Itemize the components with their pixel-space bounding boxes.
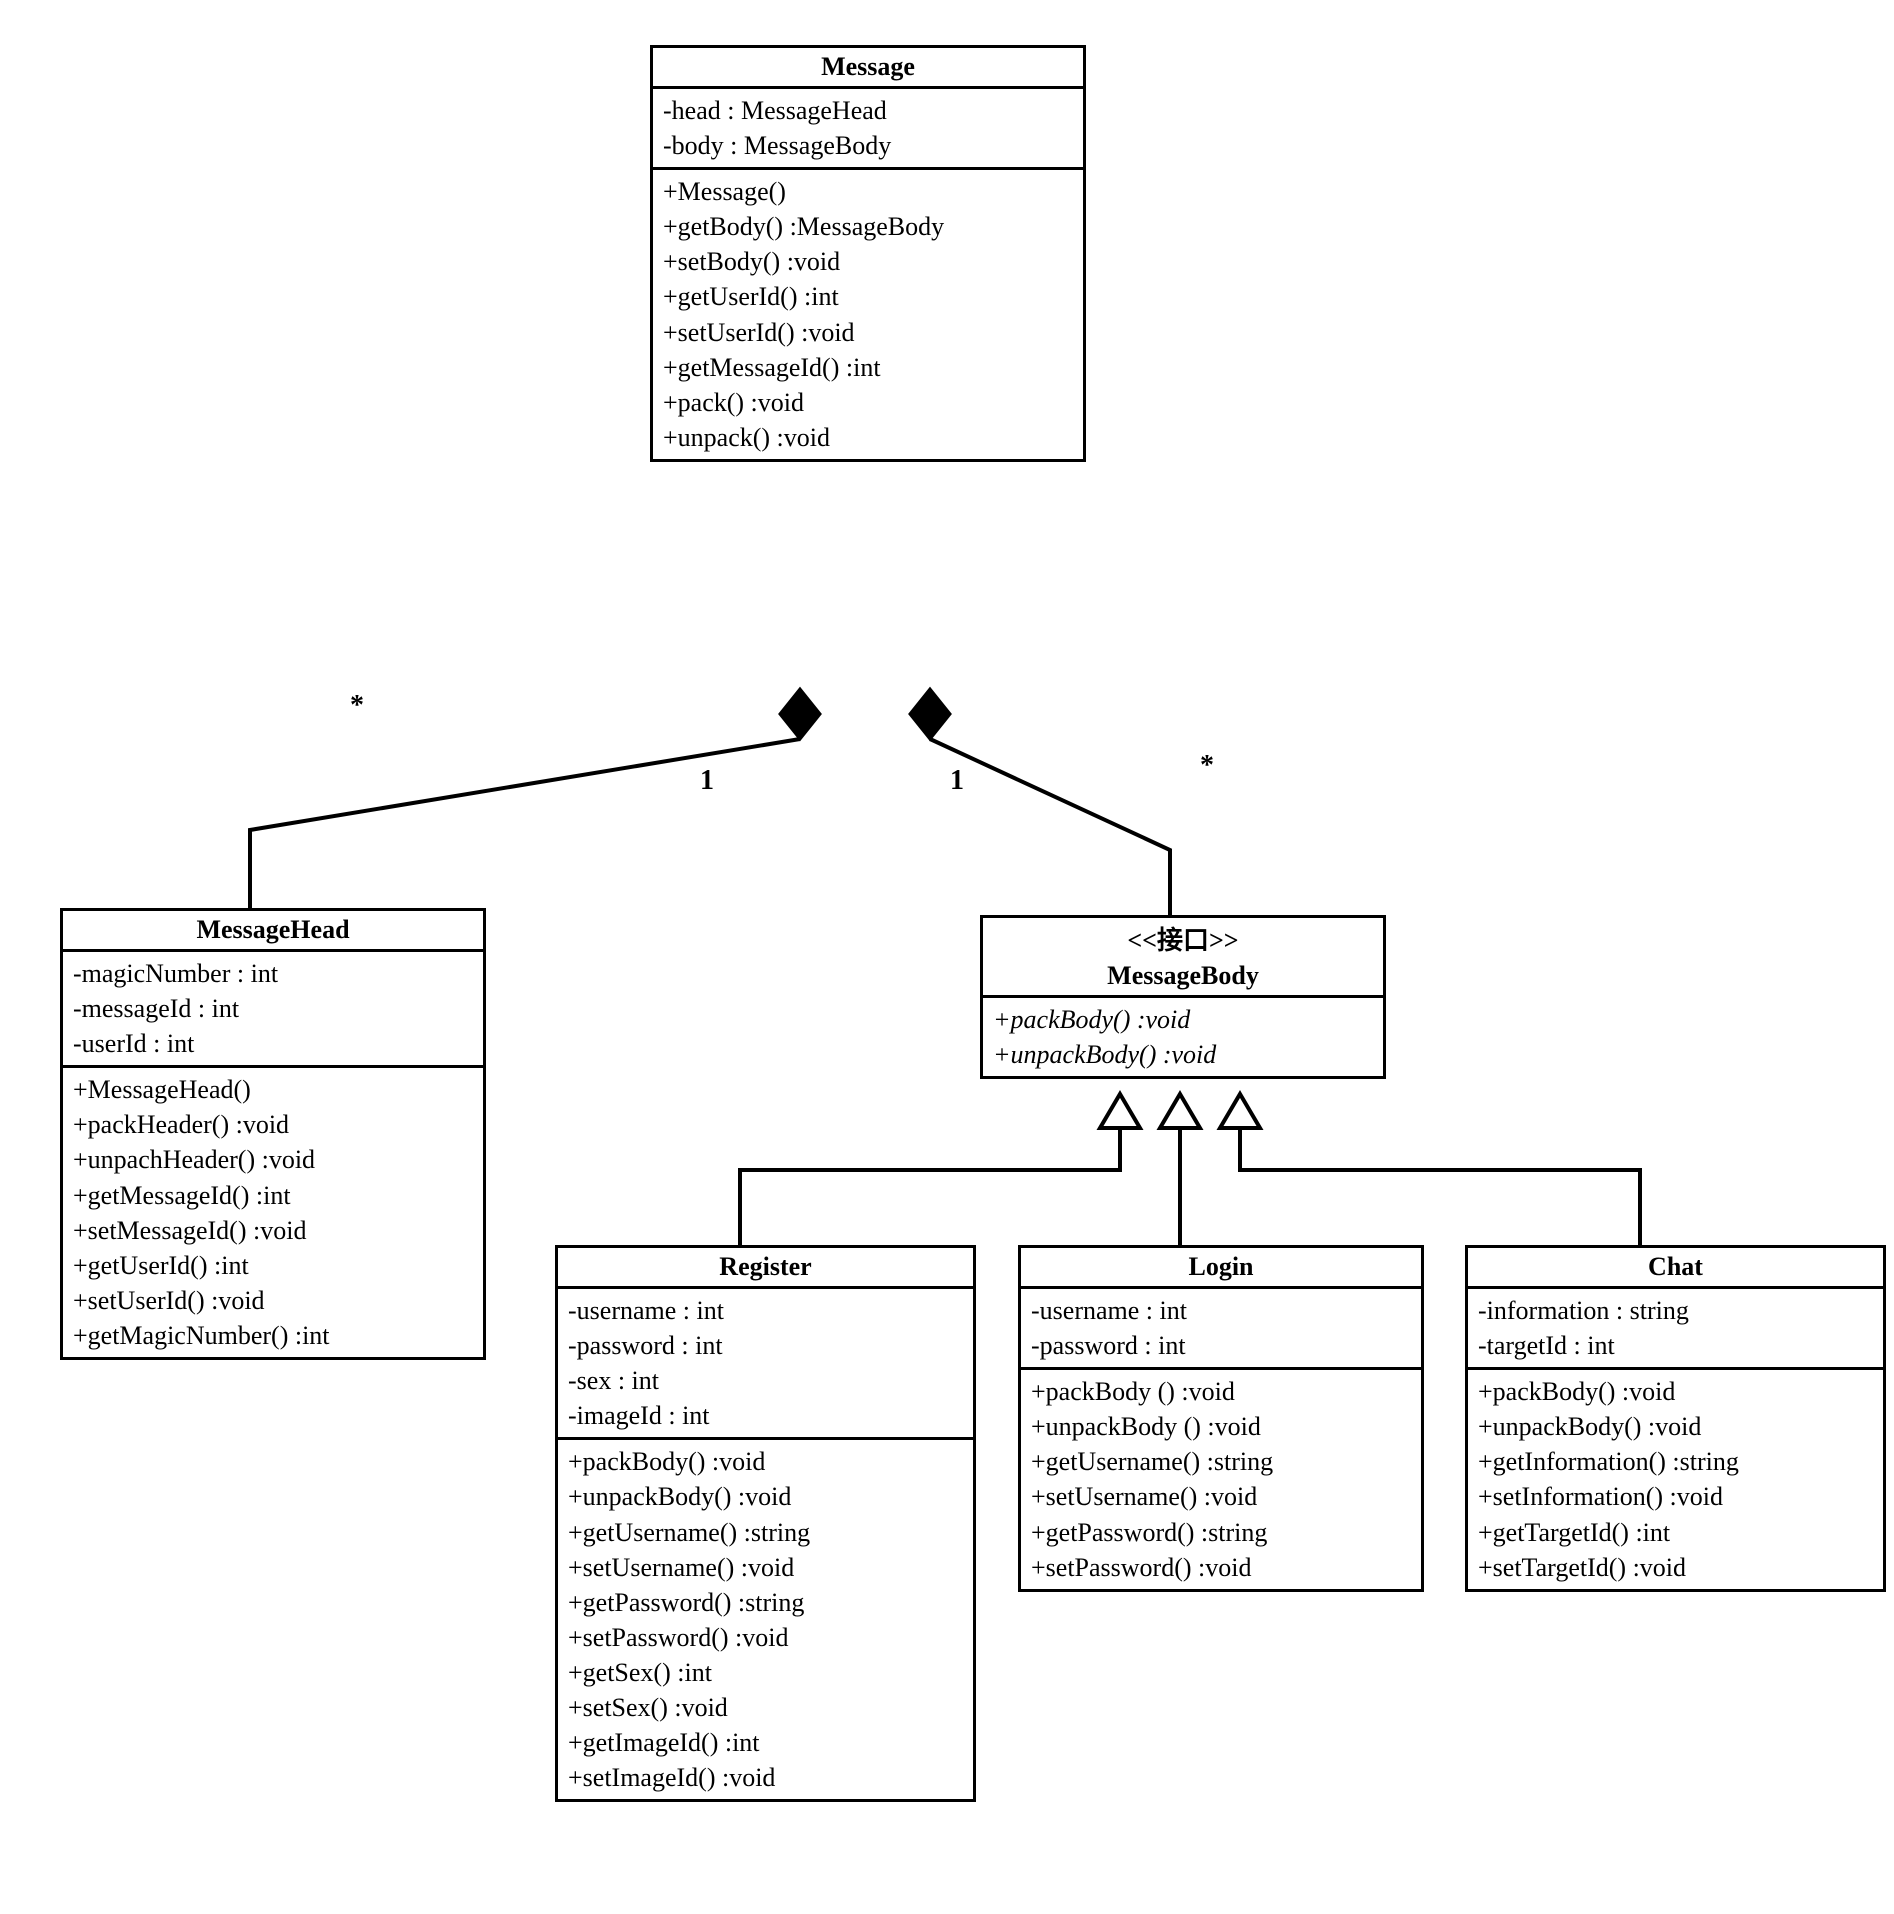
operation: +Message() bbox=[663, 174, 1073, 209]
operation: +setSex() :void bbox=[568, 1690, 963, 1725]
class-title: MessageBody bbox=[983, 957, 1383, 998]
operations-section: +packBody() :void +unpackBody() :void +g… bbox=[558, 1440, 973, 1799]
attribute: -password : int bbox=[568, 1328, 963, 1363]
operations-section: +packBody () :void +unpackBody () :void … bbox=[1021, 1370, 1421, 1589]
class-title: Register bbox=[558, 1248, 973, 1289]
class-chat: Chat -information : string -targetId : i… bbox=[1465, 1245, 1886, 1592]
operation: +getUsername() :string bbox=[568, 1515, 963, 1550]
class-title: MessageHead bbox=[63, 911, 483, 952]
operation: +packHeader() :void bbox=[73, 1107, 473, 1142]
operation: +MessageHead() bbox=[73, 1072, 473, 1107]
attributes-section: -magicNumber : int -messageId : int -use… bbox=[63, 952, 483, 1068]
operation: +getImageId() :int bbox=[568, 1725, 963, 1760]
operation: +unpackBody() :void bbox=[568, 1479, 963, 1514]
attributes-section: -username : int -password : int -sex : i… bbox=[558, 1289, 973, 1440]
operation: +setInformation() :void bbox=[1478, 1479, 1873, 1514]
operation: +getInformation() :string bbox=[1478, 1444, 1873, 1479]
operation: +setPassword() :void bbox=[1031, 1550, 1411, 1585]
attributes-section: -username : int -password : int bbox=[1021, 1289, 1421, 1370]
multiplicity-head-star: * bbox=[350, 690, 364, 722]
operation: +setTargetId() :void bbox=[1478, 1550, 1873, 1585]
uml-class-diagram: * 1 1 * Message -head : MessageHead -bod… bbox=[20, 20, 1894, 1894]
operation: +setPassword() :void bbox=[568, 1620, 963, 1655]
operations-section: +packBody() :void +unpackBody() :void +g… bbox=[1468, 1370, 1883, 1589]
operation: +packBody() :void bbox=[1478, 1374, 1873, 1409]
operation: +unpackBody() :void bbox=[993, 1037, 1373, 1072]
operation: +packBody () :void bbox=[1031, 1374, 1411, 1409]
operation: +getTargetId() :int bbox=[1478, 1515, 1873, 1550]
attribute: -username : int bbox=[568, 1293, 963, 1328]
operation: +getUserId() :int bbox=[73, 1248, 473, 1283]
operation: +setUsername() :void bbox=[568, 1550, 963, 1585]
class-title: Message bbox=[653, 48, 1083, 89]
operation: +setUserId() :void bbox=[663, 315, 1073, 350]
operation: +unpack() :void bbox=[663, 420, 1073, 455]
operation: +pack() :void bbox=[663, 385, 1073, 420]
attribute: -information : string bbox=[1478, 1293, 1873, 1328]
attributes-section: -information : string -targetId : int bbox=[1468, 1289, 1883, 1370]
class-title: Chat bbox=[1468, 1248, 1883, 1289]
class-login: Login -username : int -password : int +p… bbox=[1018, 1245, 1424, 1592]
operation: +getBody() :MessageBody bbox=[663, 209, 1073, 244]
operation: +setUsername() :void bbox=[1031, 1479, 1411, 1514]
operation: +getSex() :int bbox=[568, 1655, 963, 1690]
operations-section: +packBody() :void +unpackBody() :void bbox=[983, 998, 1383, 1076]
operation: +getUsername() :string bbox=[1031, 1444, 1411, 1479]
operation: +getPassword() :string bbox=[1031, 1515, 1411, 1550]
operation: +packBody() :void bbox=[568, 1444, 963, 1479]
attribute: -password : int bbox=[1031, 1328, 1411, 1363]
attribute: -userId : int bbox=[73, 1026, 473, 1061]
attribute: -targetId : int bbox=[1478, 1328, 1873, 1363]
operations-section: +Message() +getBody() :MessageBody +setB… bbox=[653, 170, 1083, 459]
operation: +setMessageId() :void bbox=[73, 1213, 473, 1248]
attributes-section: -head : MessageHead -body : MessageBody bbox=[653, 89, 1083, 170]
operation: +packBody() :void bbox=[993, 1002, 1373, 1037]
operation: +getMagicNumber() :int bbox=[73, 1318, 473, 1353]
class-register: Register -username : int -password : int… bbox=[555, 1245, 976, 1802]
class-message-body: <<接口>> MessageBody +packBody() :void +un… bbox=[980, 915, 1386, 1079]
attribute: -messageId : int bbox=[73, 991, 473, 1026]
attribute: -username : int bbox=[1031, 1293, 1411, 1328]
class-message: Message -head : MessageHead -body : Mess… bbox=[650, 45, 1086, 462]
class-message-head: MessageHead -magicNumber : int -messageI… bbox=[60, 908, 486, 1360]
operation: +getMessageId() :int bbox=[663, 350, 1073, 385]
multiplicity-head-one: 1 bbox=[700, 765, 714, 797]
attribute: -imageId : int bbox=[568, 1398, 963, 1433]
class-title: Login bbox=[1021, 1248, 1421, 1289]
operation: +setBody() :void bbox=[663, 244, 1073, 279]
attribute: -head : MessageHead bbox=[663, 93, 1073, 128]
operation: +setUserId() :void bbox=[73, 1283, 473, 1318]
multiplicity-body-one: 1 bbox=[950, 765, 964, 797]
operation: +getUserId() :int bbox=[663, 279, 1073, 314]
operation: +getPassword() :string bbox=[568, 1585, 963, 1620]
multiplicity-body-star: * bbox=[1200, 750, 1214, 782]
operation: +unpachHeader() :void bbox=[73, 1142, 473, 1177]
attribute: -sex : int bbox=[568, 1363, 963, 1398]
operation: +unpackBody() :void bbox=[1478, 1409, 1873, 1444]
operation: +getMessageId() :int bbox=[73, 1178, 473, 1213]
operation: +unpackBody () :void bbox=[1031, 1409, 1411, 1444]
attribute: -body : MessageBody bbox=[663, 128, 1073, 163]
attribute: -magicNumber : int bbox=[73, 956, 473, 991]
operations-section: +MessageHead() +packHeader() :void +unpa… bbox=[63, 1068, 483, 1357]
operation: +setImageId() :void bbox=[568, 1760, 963, 1795]
stereotype: <<接口>> bbox=[983, 918, 1383, 957]
